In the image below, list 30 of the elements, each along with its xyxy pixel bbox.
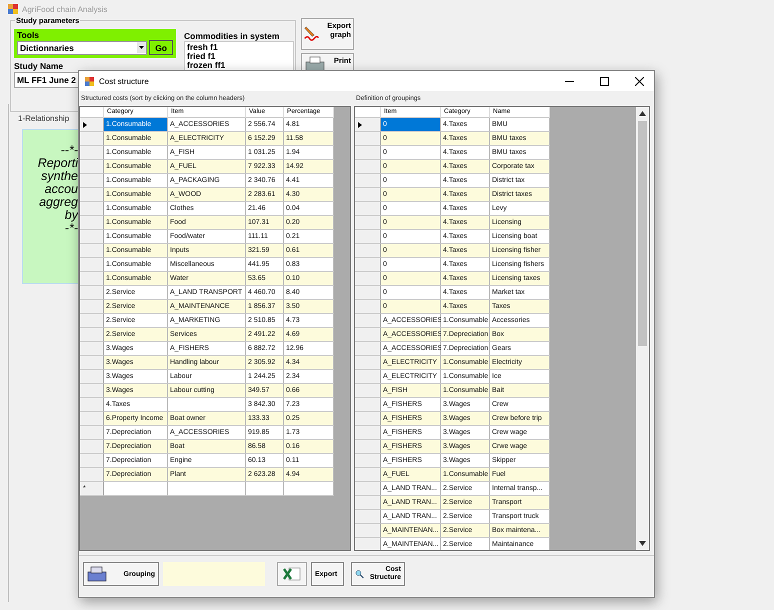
- note-text: --*-: [60, 144, 78, 157]
- caret-icon: [137, 42, 146, 53]
- dropdown[interactable]: Dictionnaries: [17, 40, 148, 54]
- note-text: accou: [44, 183, 78, 196]
- dialog-title: Cost structure: [99, 76, 150, 86]
- app-icon: [85, 76, 94, 86]
- field-label: Tools: [17, 30, 40, 40]
- note-text: -*-: [64, 222, 78, 235]
- field-label: Study Name: [14, 61, 64, 71]
- note-text: Reporti: [38, 157, 78, 170]
- app-icon: [8, 4, 18, 14]
- printer-icon: [87, 566, 107, 582]
- window-title: AgriFood chain Analysis: [22, 4, 108, 14]
- current-row-icon: [358, 122, 362, 128]
- field-label: Commodities in system: [184, 31, 280, 41]
- current-row-icon: [83, 122, 87, 128]
- list-item[interactable]: frozen ff1: [187, 61, 291, 70]
- spreadsheet-icon: [283, 566, 301, 582]
- close-icon: [634, 76, 644, 86]
- maximize-icon: [600, 76, 608, 86]
- spreadsheet-button[interactable]: [277, 562, 307, 586]
- note-text: aggreg: [39, 196, 78, 209]
- go-button[interactable]: Go: [149, 40, 173, 55]
- list-item[interactable]: fresh f1: [187, 43, 291, 52]
- list-item[interactable]: fried f1: [187, 52, 291, 61]
- scroll-thumb[interactable]: [638, 121, 647, 346]
- note-text: by: [64, 209, 78, 222]
- note-text: synthe: [41, 170, 78, 183]
- scroll-up-icon[interactable]: [639, 111, 646, 116]
- scroll-down-icon[interactable]: [639, 541, 646, 546]
